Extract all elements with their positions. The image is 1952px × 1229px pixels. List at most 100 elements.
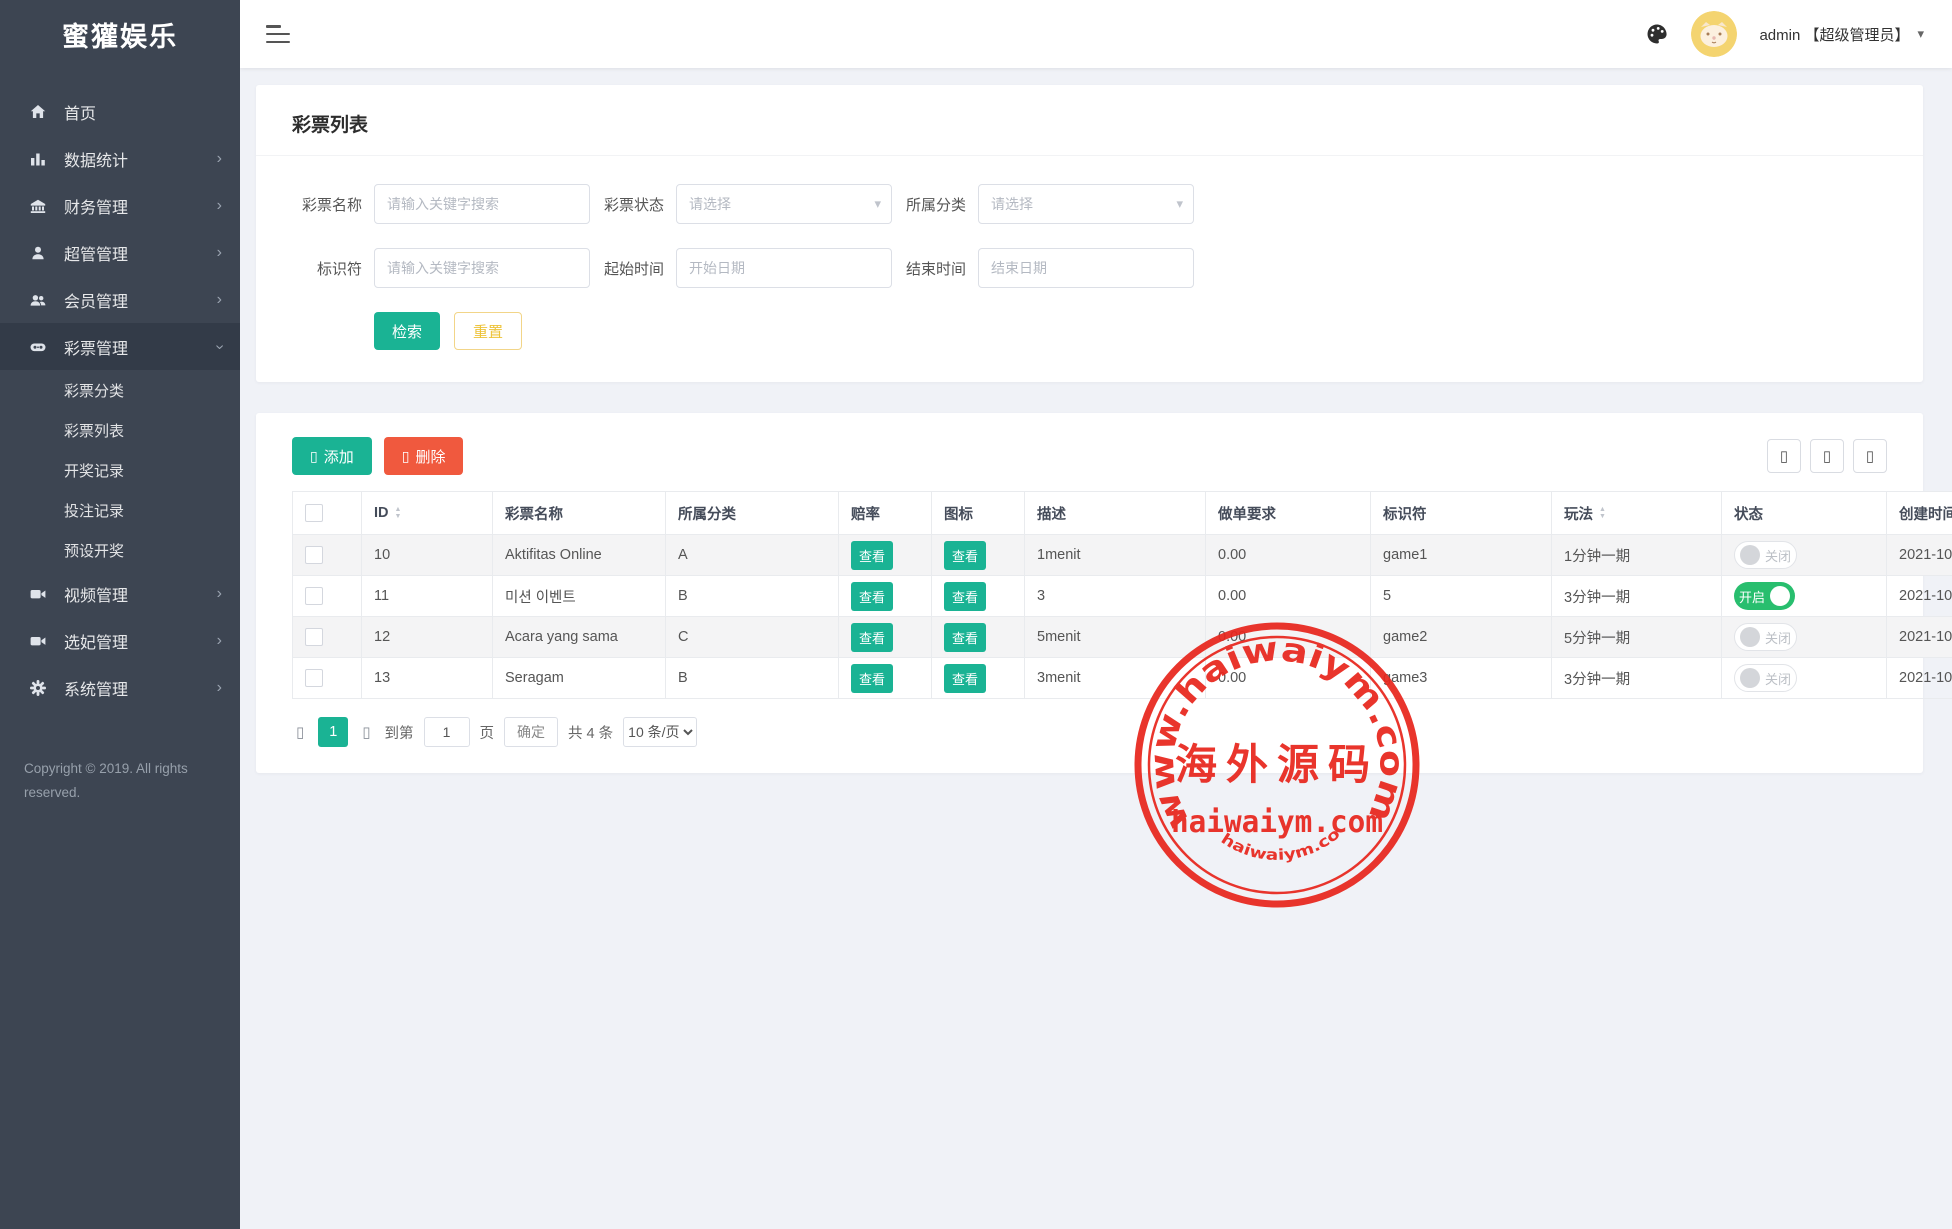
cell-odds: 查看 — [839, 535, 932, 576]
main-content: 彩票列表 彩票名称彩票状态请选择▾所属分类请选择▾标识符起始时间结束时间 检索 … — [240, 68, 1952, 1229]
header-cell-inner: 做单要求 — [1218, 503, 1358, 524]
status-toggle[interactable]: 关闭 — [1734, 541, 1797, 569]
view-icon-button[interactable]: 查看 — [944, 623, 986, 652]
sidebar-subitem[interactable]: 彩票列表 — [0, 410, 240, 450]
page-size-select[interactable]: 10 条/页 — [623, 717, 697, 747]
header-cell: 标识符 — [1371, 492, 1552, 535]
cell-odds: 查看 — [839, 658, 932, 699]
sidebar-subitem[interactable]: 开奖记录 — [0, 450, 240, 490]
cell-odds: 查看 — [839, 617, 932, 658]
column-label: 做单要求 — [1218, 503, 1276, 524]
delete-button[interactable]: ▯ 删除 — [384, 437, 464, 475]
sidebar-item-finance[interactable]: 财务管理› — [0, 182, 240, 229]
column-label: 彩票名称 — [505, 503, 563, 524]
search-button[interactable]: 检索 — [374, 312, 440, 350]
sidebar-item-members[interactable]: 会员管理› — [0, 276, 240, 323]
sidebar-subitem-label: 投注记录 — [64, 500, 124, 521]
video-icon — [28, 584, 48, 604]
view-icon-button[interactable]: 查看 — [944, 541, 986, 570]
chart-icon — [28, 149, 48, 169]
sidebar-subitem-label: 彩票分类 — [64, 380, 124, 401]
next-page-icon[interactable]: ▯ — [358, 723, 374, 741]
theme-palette-icon[interactable] — [1645, 22, 1669, 46]
table-row: 11미션 이벤트B查看查看30.0053分钟一期开启2021-10-17 18:… — [293, 576, 1952, 617]
reset-button[interactable]: 重置 — [454, 312, 522, 350]
header-cell: 玩法▲▼ — [1552, 492, 1722, 535]
field-select[interactable]: 请选择▾ — [676, 184, 892, 224]
delete-icon: ▯ — [402, 449, 410, 463]
field-text-input[interactable] — [374, 248, 590, 288]
table-row: 12Acara yang samaC查看查看5menit0.00game25分钟… — [293, 617, 1952, 658]
cell-created: 2021-10-17 18:22 — [1887, 658, 1952, 699]
sidebar-subitem-label: 彩票列表 — [64, 420, 124, 441]
fullscreen-icon: ▯ — [1866, 447, 1874, 465]
sidebar-item-stats[interactable]: 数据统计› — [0, 135, 240, 182]
user-icon — [28, 243, 48, 263]
filter-field: 彩票名称 — [292, 184, 594, 224]
page-1-button[interactable]: 1 — [318, 717, 348, 747]
view-odds-button[interactable]: 查看 — [851, 582, 893, 611]
menu-toggle-icon[interactable] — [266, 25, 290, 43]
goto-page-input[interactable] — [424, 717, 470, 747]
field-select[interactable]: 请选择▾ — [978, 184, 1194, 224]
sidebar-subitem[interactable]: 投注记录 — [0, 490, 240, 530]
view-icon-button[interactable]: 查看 — [944, 664, 986, 693]
header-cell-inner: 标识符 — [1383, 503, 1539, 524]
row-checkbox[interactable] — [305, 546, 323, 564]
goto-confirm-button[interactable]: 确定 — [504, 717, 558, 747]
sidebar-item-label: 系统管理 — [64, 676, 217, 700]
filter-field: 所属分类请选择▾ — [896, 184, 1198, 224]
view-odds-button[interactable]: 查看 — [851, 541, 893, 570]
view-icon-button[interactable]: 查看 — [944, 582, 986, 611]
sidebar-item-system[interactable]: 系统管理› — [0, 664, 240, 711]
sidebar-item-lottery[interactable]: 彩票管理› — [0, 323, 240, 370]
view-odds-button[interactable]: 查看 — [851, 664, 893, 693]
sort-icon[interactable]: ▲▼ — [1599, 506, 1606, 520]
status-toggle[interactable]: 关闭 — [1734, 664, 1797, 692]
column-label: 描述 — [1037, 503, 1066, 524]
sidebar-subitem[interactable]: 预设开奖 — [0, 530, 240, 570]
cell-created: 2021-10-17 18:21 — [1887, 617, 1952, 658]
refresh-button[interactable]: ▯ — [1767, 439, 1801, 473]
add-button[interactable]: ▯ 添加 — [292, 437, 372, 475]
status-toggle[interactable]: 开启 — [1734, 582, 1795, 610]
fullscreen-button[interactable]: ▯ — [1853, 439, 1887, 473]
row-checkbox[interactable] — [305, 669, 323, 687]
sidebar-item-home[interactable]: 首页 — [0, 88, 240, 135]
row-checkbox[interactable] — [305, 587, 323, 605]
cell-identifier: game1 — [1371, 535, 1552, 576]
field-date-input[interactable] — [676, 248, 892, 288]
sidebar-item-concubine[interactable]: 选妃管理› — [0, 617, 240, 664]
table-row: 13SeragamB查看查看3menit0.00game33分钟一期关闭2021… — [293, 658, 1952, 699]
cell-icon: 查看 — [932, 576, 1025, 617]
cell-name: Acara yang sama — [493, 617, 666, 658]
prev-page-icon[interactable]: ▯ — [292, 723, 308, 741]
users-icon — [28, 290, 48, 310]
header-cell-inner: 图标 — [944, 503, 1012, 524]
cell-name: Seragam — [493, 658, 666, 699]
cell-identifier: 5 — [1371, 576, 1552, 617]
filter-field: 彩票状态请选择▾ — [594, 184, 896, 224]
cell-requirement: 0.00 — [1206, 617, 1371, 658]
sidebar: 蜜獾娱乐 首页数据统计›财务管理›超管管理›会员管理›彩票管理›彩票分类彩票列表… — [0, 0, 240, 1229]
sidebar-item-admin[interactable]: 超管管理› — [0, 229, 240, 276]
row-checkbox[interactable] — [305, 628, 323, 646]
toggle-label: 关闭 — [1765, 628, 1791, 647]
user-avatar[interactable] — [1691, 11, 1737, 57]
columns-button[interactable]: ▯ — [1810, 439, 1844, 473]
field-date-input[interactable] — [978, 248, 1194, 288]
gamepad-icon — [28, 337, 48, 357]
view-odds-button[interactable]: 查看 — [851, 623, 893, 652]
toggle-label: 开启 — [1739, 587, 1765, 606]
sidebar-item-video[interactable]: 视频管理› — [0, 570, 240, 617]
status-toggle[interactable]: 关闭 — [1734, 623, 1797, 651]
column-label: 所属分类 — [678, 503, 736, 524]
field-text-input[interactable] — [374, 184, 590, 224]
sort-icon[interactable]: ▲▼ — [395, 506, 402, 520]
select-all-checkbox[interactable] — [305, 504, 323, 522]
sidebar-item-label: 超管管理 — [64, 241, 217, 265]
sidebar-subitem[interactable]: 彩票分类 — [0, 370, 240, 410]
user-menu[interactable]: admin 【超级管理员】 ▾ — [1759, 24, 1924, 45]
top-bar: admin 【超级管理员】 ▾ — [240, 0, 1952, 68]
cell-id: 11 — [362, 576, 493, 617]
